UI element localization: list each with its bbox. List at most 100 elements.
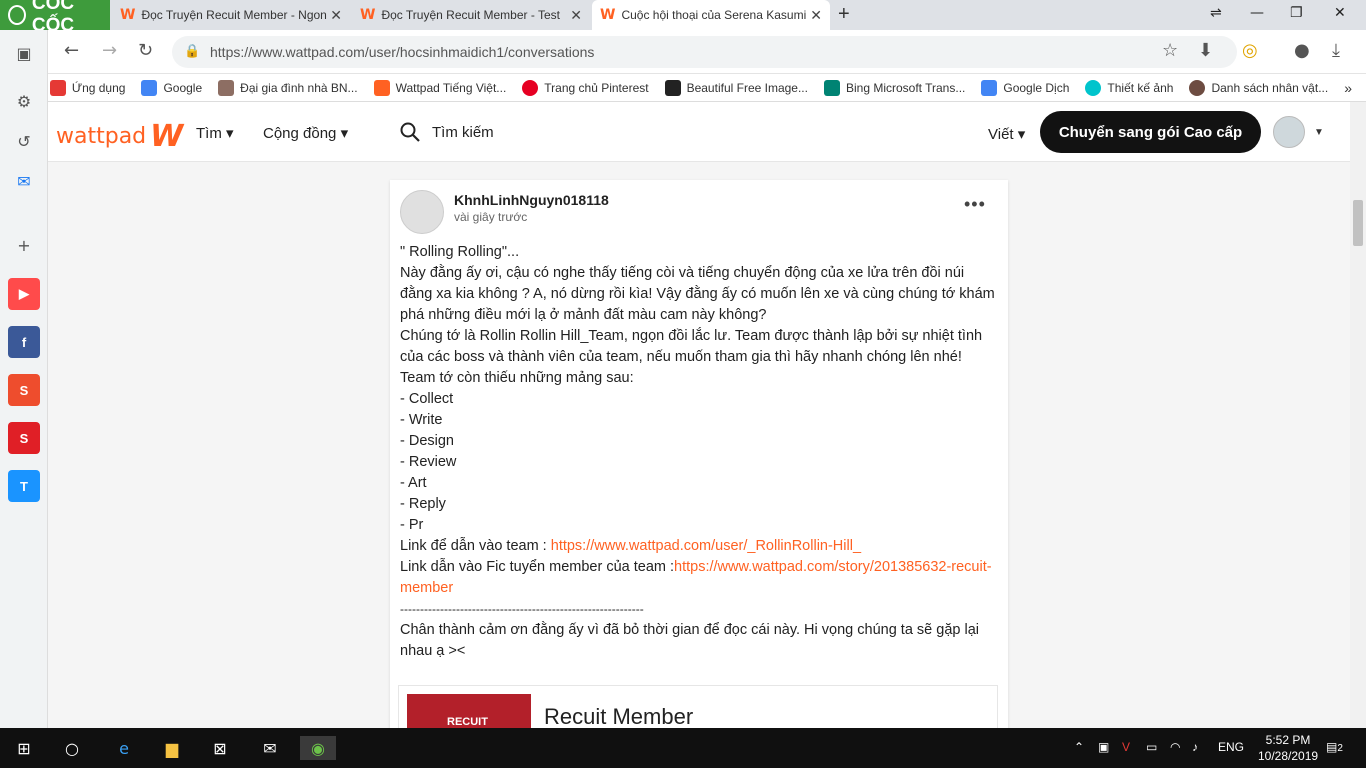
google-translate-icon	[981, 79, 998, 96]
tray-app-icon[interactable]: ▣	[1098, 740, 1109, 754]
forward-icon[interactable]: →	[102, 40, 117, 61]
bookmark-characters[interactable]: Danh sách nhân vật...	[1189, 79, 1328, 96]
message-line: - Art	[400, 475, 427, 491]
bookmark-bing-translator[interactable]: Bing Microsoft Trans...	[823, 79, 965, 96]
sender-avatar[interactable]	[400, 190, 444, 234]
bookmark-star-icon[interactable]: ☆	[1162, 40, 1178, 61]
mail-icon[interactable]: ✉	[258, 736, 282, 760]
coccoc-taskbar-icon[interactable]: ◉	[300, 736, 336, 760]
facebook-icon[interactable]: f	[8, 326, 40, 358]
settings-gear-icon[interactable]: ⚙	[9, 86, 39, 116]
more-bookmarks-icon[interactable]: »	[1344, 80, 1352, 96]
tiki-icon[interactable]: T	[8, 470, 40, 502]
edge-browser-icon[interactable]: e	[112, 736, 136, 760]
bookmark-apps[interactable]: Ứng dụng	[49, 79, 125, 96]
wattpad-logo[interactable]: wattpad W	[56, 119, 183, 154]
bookmark-google[interactable]: Google	[141, 79, 202, 96]
message-line: - Design	[400, 433, 454, 449]
message-line: Team tớ còn thiếu những mảng sau:	[400, 370, 634, 386]
profile-icon[interactable]: ●	[1294, 40, 1310, 61]
tray-vpn-icon[interactable]: V	[1122, 740, 1130, 754]
history-icon[interactable]: ↺	[9, 126, 39, 156]
close-tab-icon[interactable]: ✕	[330, 7, 342, 24]
message-card: KhnhLinhNguyn018118 vài giây trước ••• "…	[390, 180, 1008, 728]
fic-link-line: Link dẫn vào Fic tuyển member của team :…	[400, 559, 992, 596]
user-avatar[interactable]	[1273, 116, 1305, 148]
story-title[interactable]: Recuit Member	[544, 704, 693, 728]
unsplash-icon	[664, 79, 681, 96]
coccoc-logo-icon	[8, 5, 26, 25]
tab-2[interactable]: W Đọc Truyện Recuit Member - Test ✕	[352, 0, 590, 30]
message-line: - Write	[400, 412, 443, 428]
go-premium-button[interactable]: Chuyển sang gói Cao cấp	[1040, 111, 1261, 153]
file-explorer-icon[interactable]: ▆	[160, 736, 184, 760]
close-tab-icon[interactable]: ✕	[810, 7, 822, 24]
messenger-icon[interactable]: ✉	[9, 166, 39, 196]
windows-start-icon[interactable]: ⊞	[12, 736, 36, 760]
story-cover[interactable]: RECUIT	[407, 694, 531, 728]
sendo-icon[interactable]: S	[8, 422, 40, 454]
search-bar[interactable]: Tìm kiếm	[400, 122, 494, 142]
tab-title: Đọc Truyện Recuit Member - Ngon	[141, 8, 327, 22]
nav-find[interactable]: Tìm ▾	[196, 124, 234, 142]
shopee-icon[interactable]: S	[8, 374, 40, 406]
youtube-icon[interactable]: ▶	[8, 278, 40, 310]
wattpad-page: wattpad W Tìm ▾ Cộng đồng ▾ Tìm kiếm Viế…	[48, 102, 1350, 728]
minimize-icon[interactable]: —	[1250, 5, 1264, 21]
wattpad-w-icon: W	[150, 119, 184, 154]
more-options-icon[interactable]: •••	[964, 194, 986, 215]
url-text: https://www.wattpad.com/user/hocsinhmaid…	[210, 44, 595, 60]
bookmark-canva[interactable]: Thiết kế ảnh	[1085, 79, 1173, 96]
bookmark-pinterest[interactable]: Trang chủ Pinterest	[522, 79, 649, 96]
bookmark-wattpad[interactable]: Wattpad Tiếng Việt...	[373, 79, 506, 96]
notification-center-icon[interactable]: ▤2	[1326, 740, 1343, 754]
tray-expand-icon[interactable]: ⌃	[1074, 740, 1084, 754]
message-line: " Rolling Rolling"...	[400, 244, 520, 260]
character-avatar-icon	[1189, 79, 1206, 96]
battery-icon[interactable]: ▭	[1146, 740, 1157, 754]
bing-icon	[823, 79, 840, 96]
wattpad-icon	[373, 79, 390, 96]
close-tab-icon[interactable]: ✕	[570, 7, 582, 24]
coccoc-menu-button[interactable]: CỐC CỐC	[0, 0, 110, 36]
tab-title: Cuộc hội thoại của Serena Kasumi	[621, 8, 807, 22]
reload-icon[interactable]: ↻	[138, 40, 153, 61]
windows-taskbar: ⊞ ○ e ▆ ⊠ ✉ ◉ ⌃ ▣ V ▭ ◠ ♪ ENG 5:52 PM 10…	[0, 728, 1366, 768]
new-tab-icon[interactable]: +	[838, 3, 850, 26]
store-icon[interactable]: ⊠	[208, 736, 232, 760]
back-icon[interactable]: ←	[64, 40, 79, 61]
tab-title: Đọc Truyện Recuit Member - Test	[381, 8, 560, 22]
sender-username[interactable]: KhnhLinhNguyn018118	[454, 192, 609, 208]
scrollbar-thumb[interactable]	[1353, 200, 1363, 246]
write-menu[interactable]: Viết ▾	[988, 125, 1025, 143]
page-scrollbar[interactable]	[1350, 102, 1366, 728]
tab-search-icon[interactable]: ⇌	[1210, 5, 1222, 21]
search-placeholder: Tìm kiếm	[432, 123, 494, 141]
message-line: - Reply	[400, 496, 446, 512]
bookmark-free-images[interactable]: Beautiful Free Image...	[664, 79, 808, 96]
tab-3-active[interactable]: W Cuộc hội thoại của Serena Kasumi ✕	[592, 0, 830, 30]
cortana-search-icon[interactable]: ○	[60, 736, 84, 760]
close-window-icon[interactable]: ✕	[1334, 5, 1346, 21]
volume-icon[interactable]: ♪	[1192, 740, 1198, 754]
add-app-icon[interactable]: +	[9, 230, 39, 260]
wifi-icon[interactable]: ◠	[1170, 740, 1180, 754]
search-icon	[400, 122, 420, 142]
tab-1[interactable]: W Đọc Truyện Recuit Member - Ngon ✕	[112, 0, 350, 30]
address-bar-row: ← → ↻ 🔒 https://www.wattpad.com/user/hoc…	[48, 30, 1366, 74]
extension-icon[interactable]: ◎	[1242, 40, 1258, 61]
sidebar-toggle-icon[interactable]: ▣	[9, 38, 39, 68]
team-link[interactable]: https://www.wattpad.com/user/_RollinRoll…	[551, 538, 861, 554]
language-indicator[interactable]: ENG	[1218, 740, 1244, 754]
download-manager-icon[interactable]: ⬇	[1198, 40, 1213, 61]
maximize-icon[interactable]: ❐	[1290, 5, 1303, 21]
message-timestamp: vài giây trước	[454, 210, 528, 224]
bookmark-family[interactable]: Đại gia đình nhà BN...	[218, 79, 358, 96]
story-preview-card[interactable]: RECUIT Recuit Member	[398, 685, 998, 728]
nav-community[interactable]: Cộng đồng ▾	[263, 124, 348, 142]
downloads-icon[interactable]: ⤓	[1332, 40, 1340, 61]
system-clock[interactable]: 5:52 PM 10/28/2019	[1258, 732, 1318, 764]
bookmark-google-translate[interactable]: Google Dịch	[981, 79, 1069, 96]
chevron-down-icon[interactable]: ▼	[1314, 127, 1324, 138]
url-field[interactable]: 🔒 https://www.wattpad.com/user/hocsinhma…	[172, 36, 1237, 68]
